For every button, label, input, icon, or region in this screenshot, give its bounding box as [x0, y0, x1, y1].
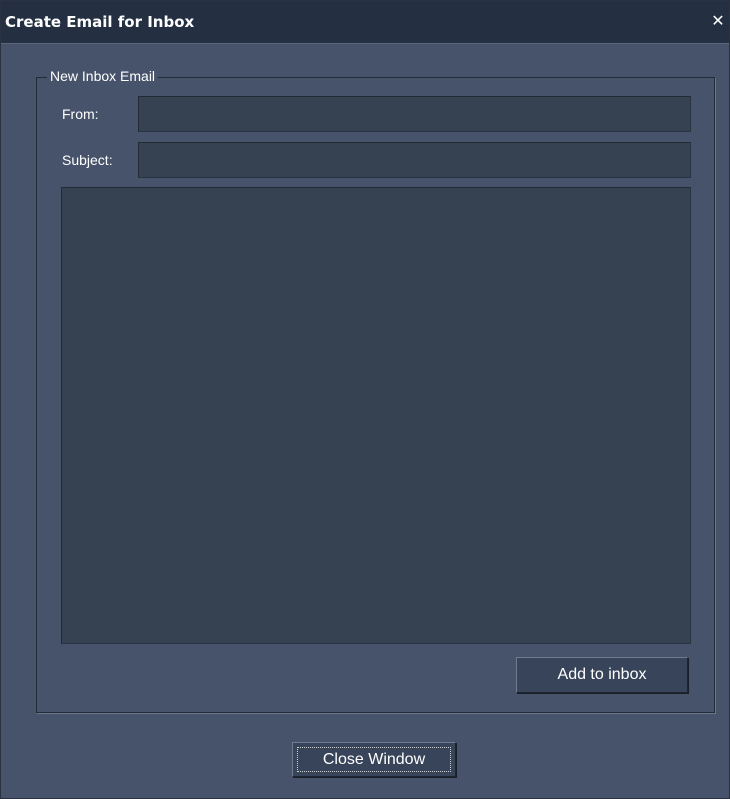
create-email-window: Create Email for Inbox ✕ New Inbox Email…	[0, 0, 730, 799]
window-title: Create Email for Inbox	[5, 13, 195, 31]
close-window-label: Close Window	[322, 751, 426, 768]
close-window-button[interactable]: Close Window	[292, 742, 456, 777]
group-legend: New Inbox Email	[47, 67, 159, 85]
from-label: From:	[62, 106, 99, 122]
close-icon[interactable]: ✕	[709, 12, 727, 30]
title-bar[interactable]: Create Email for Inbox ✕	[1, 1, 729, 44]
from-field[interactable]	[138, 96, 691, 132]
email-body-textarea[interactable]	[61, 187, 691, 644]
subject-label: Subject:	[62, 152, 113, 168]
subject-field[interactable]	[138, 142, 691, 178]
add-to-inbox-button[interactable]: Add to inbox	[516, 657, 688, 693]
